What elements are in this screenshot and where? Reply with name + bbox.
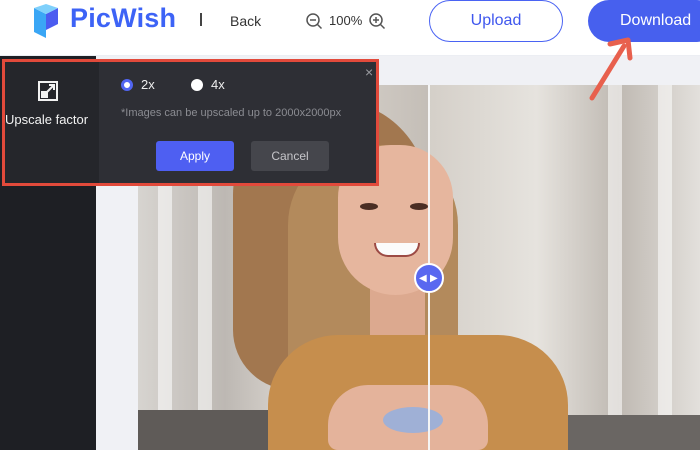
apply-button[interactable]: Apply [156, 141, 234, 171]
radio-4x[interactable] [191, 79, 203, 91]
zoom-out-icon[interactable] [305, 12, 323, 30]
background-pillar [608, 85, 622, 450]
upscale-panel: Upscale factor × 2x 4x *Images can be up… [2, 59, 379, 186]
upload-button[interactable]: Upload [429, 0, 563, 42]
close-icon[interactable]: × [365, 64, 373, 80]
upscale-tool-tab[interactable]: Upscale factor [5, 62, 99, 183]
upscale-icon [38, 81, 58, 101]
zoom-level: 100% [329, 13, 363, 28]
picwish-logo-icon [34, 4, 58, 38]
zoom-in-icon[interactable] [368, 12, 386, 30]
eye-shape [410, 203, 428, 210]
upscale-factor-label: Upscale factor [5, 112, 89, 127]
option-2x-label[interactable]: 2x [141, 77, 155, 92]
floor-shadow-left [138, 410, 288, 450]
eye-shape [360, 203, 378, 210]
handle-right-glyph: ▶ [430, 273, 438, 284]
floor-shadow-right [548, 415, 700, 450]
flowers-shape [383, 407, 443, 433]
compare-handle-icon[interactable]: ◀ ▶ [414, 263, 444, 293]
cancel-button[interactable]: Cancel [251, 141, 329, 171]
background-pillar [658, 85, 672, 450]
handle-left-glyph: ◀ [419, 273, 427, 284]
back-button[interactable]: Back [230, 13, 261, 29]
option-4x-label[interactable]: 4x [211, 77, 225, 92]
smile-shape [374, 243, 420, 257]
upscale-note: *Images can be upscaled up to 2000x2000p… [121, 107, 342, 119]
annotation-arrow [589, 37, 633, 101]
radio-2x[interactable] [121, 79, 133, 91]
toolbar-separator [200, 13, 202, 26]
brand-name: PicWish [70, 3, 177, 33]
